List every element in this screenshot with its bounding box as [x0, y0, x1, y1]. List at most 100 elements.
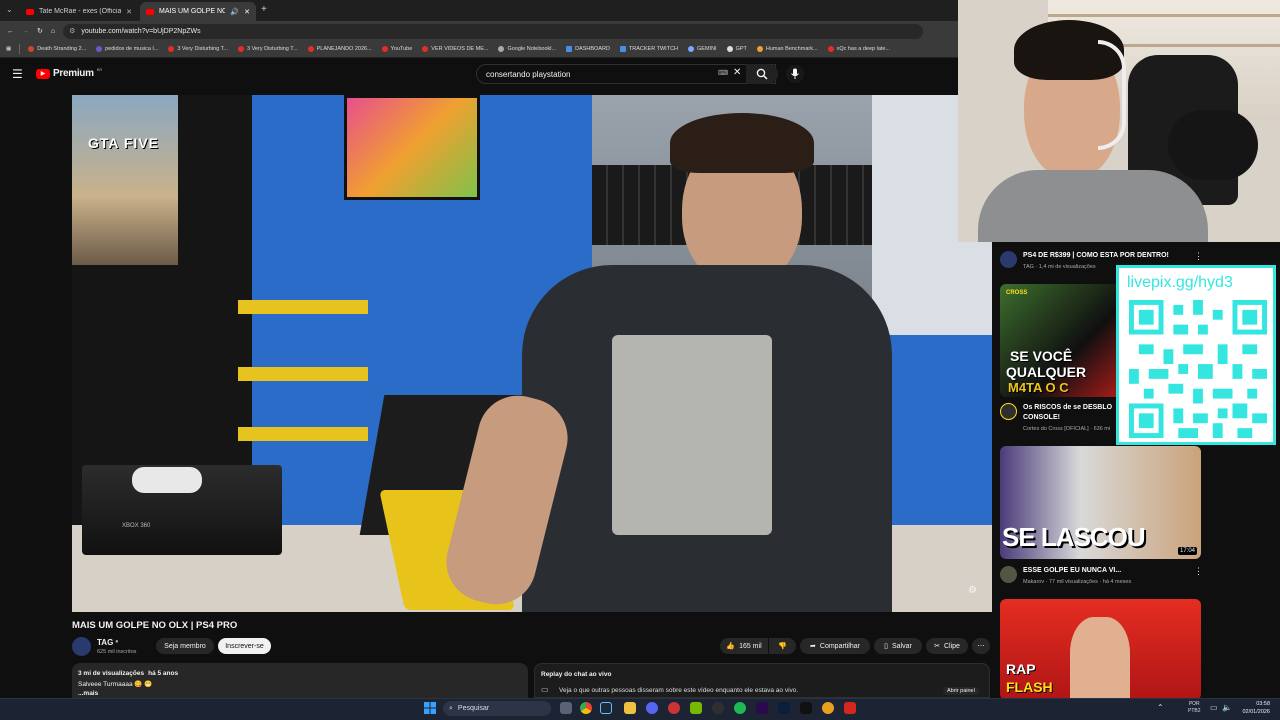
keyboard-icon[interactable]: ⌨ — [718, 69, 728, 77]
spotify-icon[interactable] — [734, 702, 746, 714]
premiere-icon[interactable] — [756, 702, 768, 714]
task-view-icon[interactable] — [560, 702, 572, 714]
related-video-thumbnail[interactable]: CROSS SE VOCÊ QUALQUER M4TA O C — [1000, 284, 1124, 397]
taskbar-search[interactable]: ⌕ Pesquisar — [443, 701, 551, 716]
thumbnail-text: QUALQUER — [1006, 364, 1087, 380]
steam-icon[interactable] — [600, 702, 612, 714]
related-video-thumbnail[interactable]: RAP FLASH — [1000, 599, 1201, 700]
bookmark-item[interactable]: YouTube — [381, 46, 412, 52]
bookmark-item[interactable]: Human Benchmark... — [756, 46, 818, 52]
show-more-link[interactable]: ...mais — [78, 690, 98, 697]
forward-icon[interactable]: → — [22, 28, 29, 35]
tab-close-icon[interactable]: ✕ — [126, 8, 132, 16]
nvidia-icon[interactable] — [690, 702, 702, 714]
channel-avatar[interactable] — [1000, 566, 1017, 583]
related-video-title-line2[interactable]: CONSOLE! — [1023, 414, 1060, 421]
description-line: Salveee Turmaaaa 😋 😁 — [78, 681, 153, 688]
home-icon[interactable]: ⌂ — [51, 28, 55, 35]
bookmark-item[interactable]: TRACKER TWITCH — [619, 46, 678, 52]
related-video-title[interactable]: Os RISCOS de se DESBLO — [1023, 404, 1112, 411]
related-video-title[interactable]: PS4 DE R$399 | COMO ESTA POR DENTRO! — [1023, 252, 1169, 259]
search-input[interactable]: consertando playstation — [476, 64, 776, 84]
url-field[interactable]: ⚙ youtube.com/watch?v=bUjDP2NpZWs — [63, 23, 924, 39]
join-button[interactable]: Seja membro — [156, 638, 214, 654]
bookmark-item[interactable]: GEMINI — [688, 46, 717, 52]
more-options-icon[interactable]: ⋮ — [1194, 566, 1203, 577]
clip-button[interactable]: ✂ Clipe — [926, 638, 968, 654]
apps-icon[interactable]: ▦ — [6, 46, 11, 52]
network-icon[interactable]: ▭ — [1210, 703, 1218, 712]
volume-icon[interactable]: 🔈 — [1222, 703, 1232, 712]
capcut-icon[interactable] — [800, 702, 812, 714]
share-button[interactable]: ➦ Compartilhar — [800, 638, 870, 654]
tab-tate-mcrae[interactable]: Tate McRae - exes (Official Vide ✕ — [20, 2, 138, 21]
bookmark-item[interactable]: Google Notebookl... — [498, 46, 556, 52]
youtube-favicon-icon — [26, 8, 34, 15]
subscribe-button[interactable]: Inscrever-se — [218, 638, 271, 654]
bookmark-item[interactable]: Death Stranding 2... — [28, 46, 86, 52]
bookmark-item[interactable]: 3 Very Disturbing T... — [168, 46, 228, 52]
bookmark-item[interactable]: 3 Very Disturbing T... — [237, 46, 298, 52]
new-tab-button[interactable]: + — [261, 4, 267, 15]
thumbs-down-icon: 👎 — [778, 643, 787, 650]
channel-avatar[interactable] — [1000, 403, 1017, 420]
bookmark-icon: ▯ — [884, 643, 888, 650]
youtube-logo[interactable]: ▶ Premium BR — [36, 67, 103, 79]
keyboard-language[interactable]: POR PTB2 — [1188, 701, 1201, 715]
bookmark-item[interactable]: pedidos de musica l... — [96, 46, 158, 52]
tab-close-icon[interactable]: ✕ — [244, 8, 250, 16]
youtube-favicon-icon — [146, 8, 154, 15]
site-info-icon[interactable]: ⚙ — [69, 27, 75, 35]
bookmark-item[interactable]: xQc has a deep late... — [827, 46, 890, 52]
more-options-icon[interactable]: ⋮ — [1194, 251, 1203, 262]
view-count: 3 mi de visualizações — [78, 670, 145, 677]
photoshop-icon[interactable] — [778, 702, 790, 714]
bookmark-item[interactable]: VER VIDEOS DE ME... — [422, 46, 488, 52]
chat-replay-box: Replay do chat ao vivo ▭ Veja o que outr… — [534, 663, 990, 698]
related-video-thumbnail[interactable]: SE LASCOU 17:04 — [1000, 446, 1201, 559]
like-button[interactable]: 👍 165 mil — [720, 638, 768, 654]
console-label: XBOX 360 — [122, 523, 151, 529]
acrobat-icon[interactable] — [844, 702, 856, 714]
tab-list-icon[interactable]: ⌄ — [6, 5, 13, 14]
logo-country-badge: BR — [96, 67, 103, 72]
app-icon[interactable] — [668, 702, 680, 714]
windows-start-icon[interactable] — [424, 702, 436, 714]
clock[interactable]: 03:58 02/01/2026 — [1238, 700, 1270, 716]
more-actions-button[interactable]: ⋯ — [972, 638, 990, 654]
bookmark-item[interactable]: PLANEJANDO 2026... — [307, 46, 372, 52]
tray-expand-icon[interactable]: ⌃ — [1157, 703, 1164, 712]
bookmark-item[interactable]: GPT — [726, 46, 747, 52]
qr-code-icon — [1129, 300, 1267, 438]
audio-icon[interactable]: 🔊 — [230, 8, 239, 16]
obs-icon[interactable] — [712, 702, 724, 714]
menu-icon[interactable]: ☰ — [12, 67, 23, 81]
save-button[interactable]: ▯ Salvar — [874, 638, 922, 654]
logo-text: Premium — [53, 68, 94, 79]
bookmarks-bar: ▦ Death Stranding 2... pedidos de musica… — [0, 41, 958, 58]
chrome-icon[interactable] — [580, 702, 592, 714]
description-box[interactable]: 3 mi de visualizações há 5 anos Salveee … — [72, 663, 528, 698]
thumbs-up-icon: 👍 — [726, 643, 736, 650]
app-icon[interactable] — [822, 702, 834, 714]
bookmark-item[interactable]: DASHBOARD — [566, 46, 610, 52]
windows-taskbar — [0, 698, 1280, 720]
back-icon[interactable]: ← — [7, 28, 14, 35]
voice-search-button[interactable] — [786, 65, 804, 83]
open-panel-button[interactable]: Abrir painel — [943, 687, 979, 695]
file-explorer-icon[interactable] — [624, 702, 636, 714]
channel-avatar[interactable] — [72, 637, 91, 656]
channel-name[interactable]: TAG — [97, 638, 113, 647]
search-button[interactable] — [746, 64, 778, 84]
clock-date: 02/01/2026 — [1242, 709, 1270, 715]
discord-icon[interactable] — [646, 702, 658, 714]
reload-icon[interactable]: ↻ — [37, 27, 43, 35]
streamer-shirt — [978, 170, 1208, 242]
channel-badge: CROSS — [1006, 290, 1028, 296]
tab-current-video[interactable]: MAIS UM GOLPE NO OLX | PS4 🔊 ✕ — [140, 2, 256, 21]
dislike-button[interactable]: 👎 — [769, 638, 796, 654]
related-video-title[interactable]: ESSE GOLPE EU NUNCA VI... — [1023, 567, 1121, 574]
video-player[interactable]: GTA FIVE XBOX 360 ⚙ — [72, 95, 992, 612]
channel-avatar[interactable] — [1000, 251, 1017, 268]
clear-search-icon[interactable]: ✕ — [733, 67, 741, 78]
